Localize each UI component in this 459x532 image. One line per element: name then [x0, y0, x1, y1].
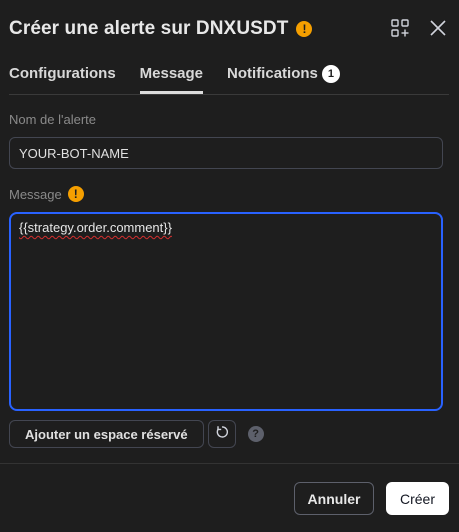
message-value: {{strategy.order.comment}}	[19, 220, 172, 235]
cancel-button[interactable]: Annuler	[294, 482, 374, 515]
tab-label: Message	[139, 65, 204, 82]
tab-bar: Configurations Message Notifications 1	[9, 62, 449, 95]
tab-label: Configurations	[9, 65, 116, 82]
add-placeholder-button[interactable]: Ajouter un espace réservé	[9, 420, 204, 448]
tab-notifications[interactable]: Notifications 1	[227, 62, 340, 86]
message-label-text: Message	[9, 186, 62, 202]
alert-dialog: Créer une alerte sur DNXUSDT ! Configura…	[0, 0, 459, 532]
exclamation-icon: !	[296, 21, 313, 37]
help-icon[interactable]: ?	[247, 426, 264, 442]
tab-configurations[interactable]: Configurations	[9, 62, 116, 86]
add-placeholder-label: Ajouter un espace réservé	[25, 426, 188, 442]
tab-message[interactable]: Message	[139, 62, 204, 94]
alert-name-input[interactable]: YOUR-BOT-NAME	[9, 137, 443, 169]
cancel-label: Annuler	[307, 490, 361, 507]
notifications-badge: 1	[321, 65, 340, 83]
grid-add-icon[interactable]	[389, 17, 411, 39]
header-icons	[389, 17, 449, 39]
message-label: Message !	[9, 186, 84, 202]
placeholder-actions: Ajouter un espace réservé ?	[9, 420, 264, 448]
dialog-title: Créer une alerte sur DNXUSDT	[9, 18, 289, 39]
dialog-header: Créer une alerte sur DNXUSDT !	[9, 14, 449, 44]
create-button[interactable]: Créer	[386, 482, 449, 515]
tab-label: Notifications	[227, 65, 318, 82]
alert-name-label-text: Nom de l'alerte	[9, 112, 97, 127]
message-textarea[interactable]: {{strategy.order.comment}}	[9, 212, 443, 411]
footer-divider	[0, 463, 459, 464]
close-icon[interactable]	[427, 17, 449, 39]
alert-name-value: YOUR-BOT-NAME	[19, 145, 129, 161]
reset-icon	[215, 425, 229, 444]
reset-button[interactable]	[207, 420, 236, 448]
exclamation-icon: !	[67, 186, 84, 202]
alert-name-label: Nom de l'alerte	[9, 112, 96, 127]
create-label: Créer	[399, 490, 435, 507]
